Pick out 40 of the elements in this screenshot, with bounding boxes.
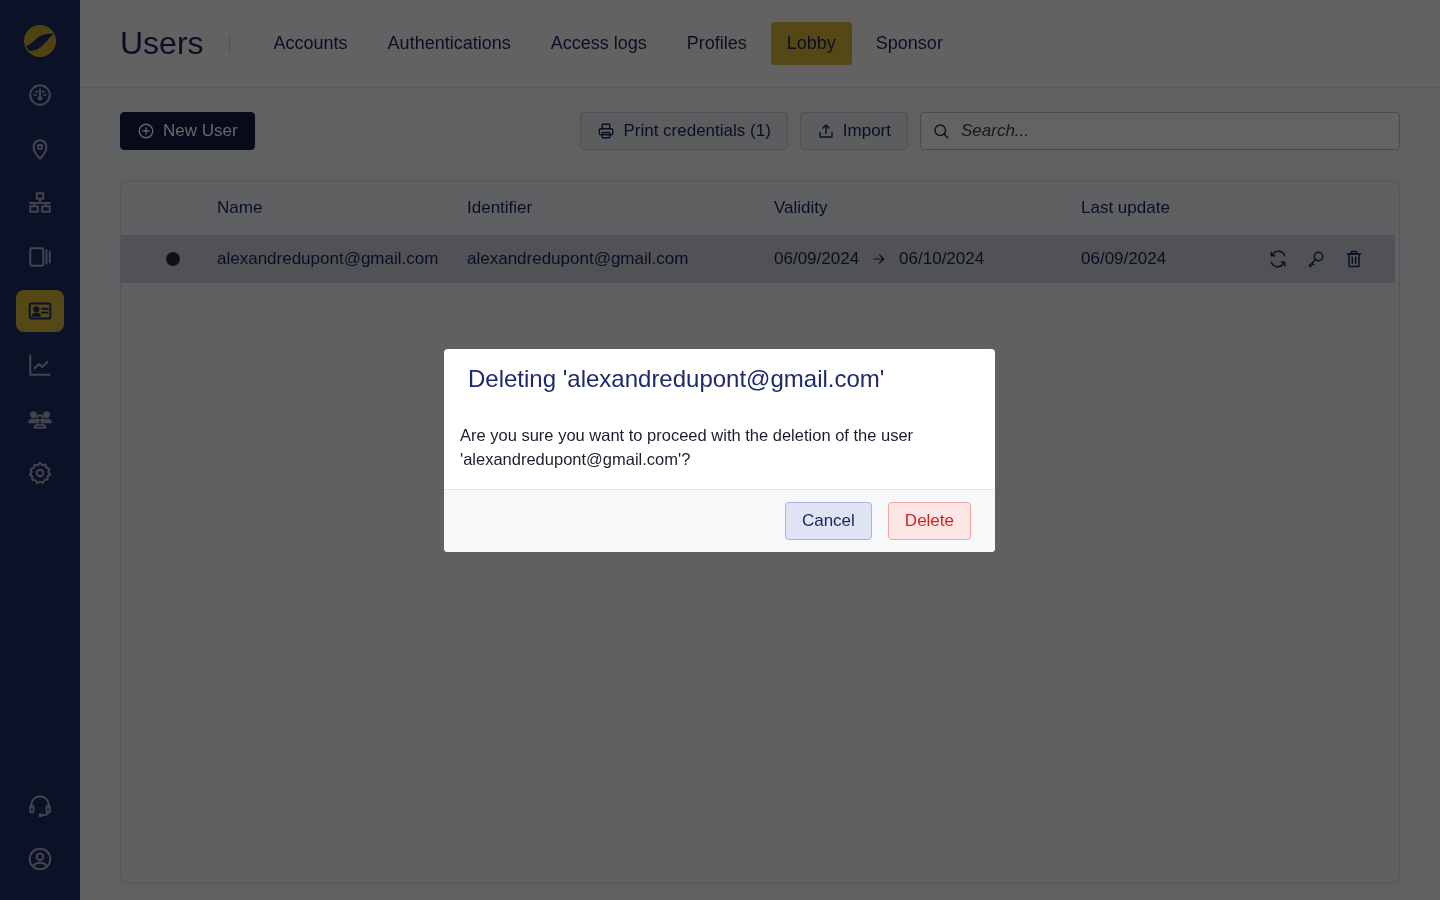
table-cell-text: alexandredupont@gmail.com — [217, 249, 440, 269]
print-credentials-button[interactable]: Print credentials (1) — [580, 112, 788, 150]
tab[interactable]: Accounts — [257, 22, 364, 65]
refresh-icon — [1268, 249, 1288, 269]
dialog-title: Deleting 'alexandredupont@gmail.com' — [467, 364, 886, 393]
search-field[interactable]: Search... — [920, 112, 1400, 150]
sidebar-nav-button[interactable] — [16, 290, 64, 332]
tab[interactable]: Lobby — [770, 22, 852, 65]
dialog-message: Are you sure you want to proceed with the deletion of the user 'alexandredupont@gmail.com'? — [459, 425, 915, 470]
column-header: Last update — [1081, 198, 1171, 218]
user-icon — [27, 846, 53, 872]
network-icon — [27, 190, 53, 216]
tab[interactable]: Access logs — [534, 22, 663, 65]
printer-icon — [597, 122, 616, 140]
gauge-icon — [27, 82, 53, 108]
column-header: Identifier — [467, 198, 534, 218]
table-cell: 06/10/2024 — [899, 249, 985, 269]
column-header: Name — [217, 198, 264, 218]
table-row[interactable]: alexandredupont@gmail.com alexandredupont@gmail.com 06/09/2024 06/10/2024 06/09/2024 — [121, 235, 1395, 283]
upload-icon — [816, 122, 835, 140]
column-header: Validity — [774, 198, 829, 218]
page-title: Users — [120, 25, 204, 62]
trash-icon — [1344, 249, 1364, 269]
delete-confirm-button[interactable]: Delete — [887, 502, 971, 540]
headset-icon — [27, 792, 53, 818]
table-cell-text: 06/09/2024 — [1081, 249, 1168, 269]
table-cell-text: alexandredupont@gmail.com — [467, 249, 690, 269]
table-cell: 06/09/2024 — [774, 249, 860, 269]
tab[interactable]: Authentications — [371, 22, 527, 65]
new-user-button[interactable]: New User — [120, 112, 255, 150]
import-button[interactable]: Import — [799, 112, 908, 150]
settings-icon — [27, 460, 53, 486]
tab[interactable]: Sponsor — [859, 22, 959, 65]
line-chart-icon — [27, 352, 53, 378]
logo-icon — [23, 24, 57, 58]
plus-circle-icon — [137, 122, 155, 140]
tab[interactable]: Profiles — [670, 22, 763, 65]
cancel-button[interactable]: Cancel — [784, 502, 872, 540]
tablet-icon — [27, 244, 53, 270]
key-icon — [1306, 249, 1326, 269]
